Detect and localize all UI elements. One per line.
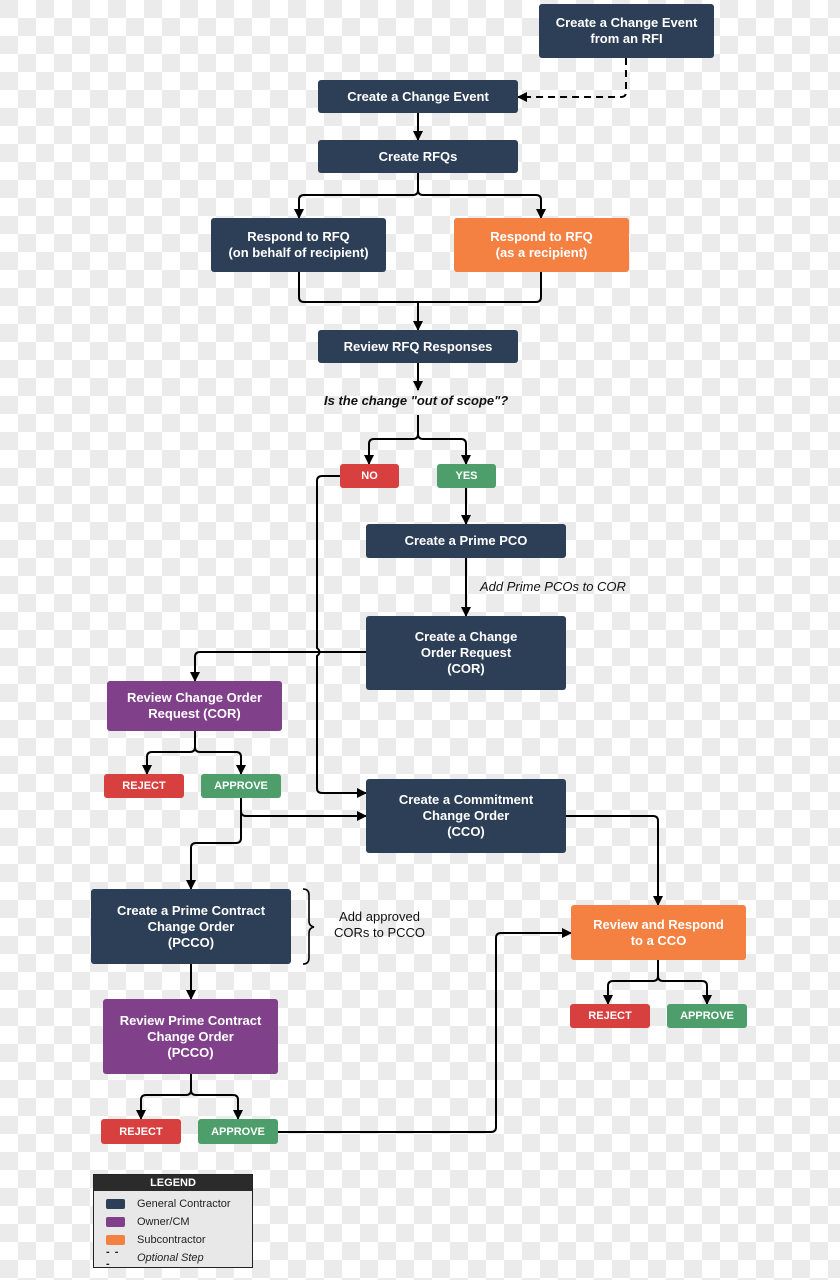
arrow-no-to-cco [316, 475, 367, 798]
swatch-general-contractor [106, 1199, 125, 1209]
node-create-rfqs[interactable]: Create RFQs [318, 140, 518, 173]
arrow-review-cco-split [607, 960, 708, 1004]
swatch-owner-cm [106, 1217, 125, 1227]
node-create-prime-pco[interactable]: Create a Prime PCO [366, 524, 566, 558]
label-add-approved-cors: Add approved CORs to PCCO [334, 909, 426, 940]
legend-title: LEGEND [94, 1175, 252, 1191]
cor-reject-button[interactable]: REJECT [104, 774, 184, 798]
arrow-pcco-approve-to-review-cco [278, 928, 572, 1133]
node-review-cor[interactable]: Review Change Order Request (COR) [107, 681, 282, 731]
arrow-review-cor-split [146, 731, 242, 774]
legend-label: Owner/CM [137, 1216, 190, 1228]
legend-label: Optional Step [137, 1252, 204, 1264]
pcco-approve-button[interactable]: APPROVE [198, 1119, 278, 1144]
legend-label: General Contractor [137, 1198, 231, 1210]
node-respond-rfq-as-recipient[interactable]: Respond to RFQ (as a recipient) [454, 218, 629, 272]
arrow-cor-to-review [190, 651, 366, 682]
decision-yes[interactable]: YES [437, 464, 496, 488]
decision-question: Is the change "out of scope"? [324, 393, 509, 408]
optional-arrow-rfi-to-ce [517, 58, 627, 102]
node-review-pcco[interactable]: Review Prime Contract Change Order (PCCO… [103, 999, 278, 1074]
arrow-question-split [368, 415, 467, 464]
cor-approve-button[interactable]: APPROVE [201, 774, 281, 798]
arrow-approve-to-pcco [186, 811, 242, 890]
arrow-merge-to-review [298, 272, 542, 330]
node-create-change-event[interactable]: Create a Change Event [318, 80, 518, 113]
swatch-subcontractor [106, 1235, 125, 1245]
pcco-reject-button[interactable]: REJECT [101, 1119, 181, 1144]
cco-reject-button[interactable]: REJECT [570, 1004, 650, 1028]
label-add-prime-pcos: Add Prime PCOs to COR [480, 579, 626, 594]
arrow-cco-to-review [566, 815, 663, 906]
legend-item-optional-step: - - - Optional Step [94, 1246, 252, 1270]
node-create-cor[interactable]: Create a Change Order Request (COR) [366, 616, 566, 690]
node-respond-rfq-on-behalf[interactable]: Respond to RFQ (on behalf of recipient) [211, 218, 386, 272]
arrow-rfqs-split [298, 173, 542, 218]
arrow-review-pcco-split [140, 1074, 239, 1119]
cco-approve-button[interactable]: APPROVE [667, 1004, 747, 1028]
legend: LEGEND General Contractor Owner/CM Subco… [93, 1174, 253, 1270]
node-review-rfq-responses[interactable]: Review RFQ Responses [318, 330, 518, 363]
legend-label: Subcontractor [137, 1234, 206, 1246]
dashed-line-icon: - - - [106, 1246, 120, 1270]
node-create-change-event-from-rfi[interactable]: Create a Change Event from an RFI [539, 4, 714, 58]
brace-pcco [302, 888, 315, 965]
node-create-cco[interactable]: Create a Commitment Change Order (CCO) [366, 779, 566, 853]
legend-item-owner-cm: Owner/CM [94, 1213, 252, 1231]
legend-item-general-contractor: General Contractor [94, 1195, 252, 1213]
arrow-approve-to-cco [240, 798, 367, 821]
node-create-pcco[interactable]: Create a Prime Contract Change Order (PC… [91, 889, 291, 964]
node-review-respond-cco[interactable]: Review and Respond to a CCO [571, 905, 746, 960]
decision-no[interactable]: NO [340, 464, 399, 488]
